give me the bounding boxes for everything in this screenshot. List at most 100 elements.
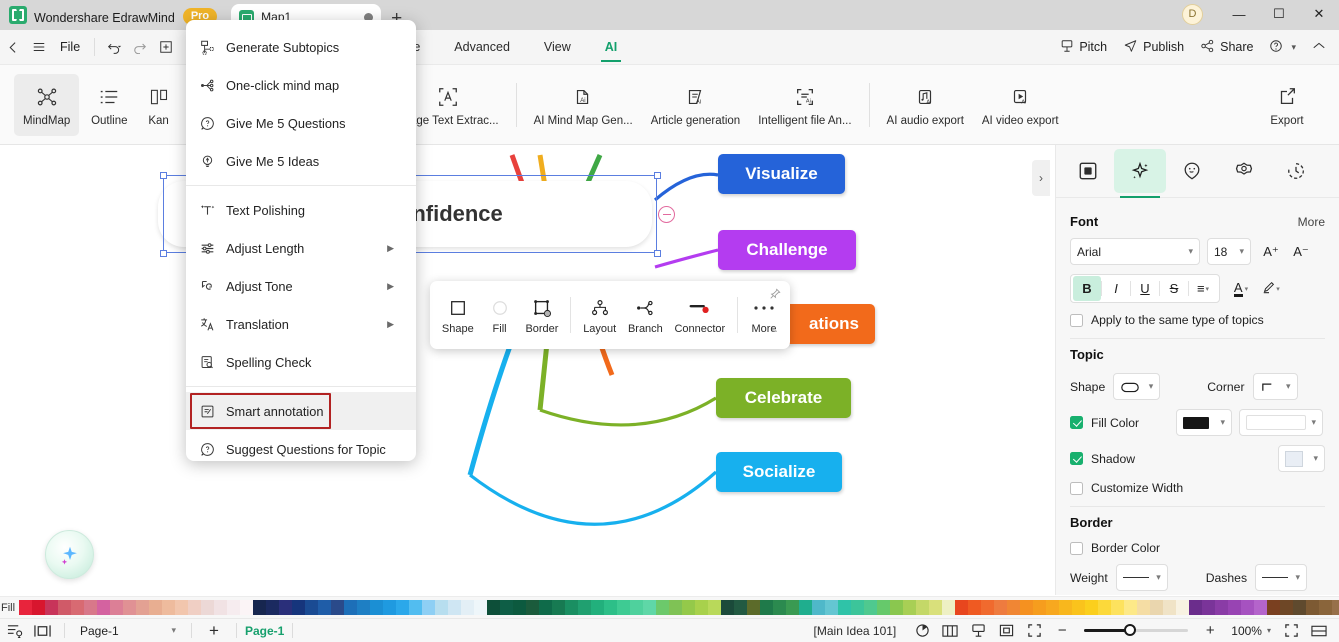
color-swatch[interactable]: [786, 600, 799, 615]
color-swatch[interactable]: [305, 600, 318, 615]
redo-icon[interactable]: [127, 35, 153, 59]
color-swatch[interactable]: [617, 600, 630, 615]
pie-view-icon[interactable]: [908, 619, 936, 642]
branch-button[interactable]: Branch: [622, 295, 669, 335]
columns-view-icon[interactable]: [936, 619, 964, 642]
focus-icon[interactable]: [992, 619, 1020, 642]
color-swatch[interactable]: [591, 600, 604, 615]
color-swatch[interactable]: [643, 600, 656, 615]
view-outline-button[interactable]: Outline: [79, 74, 139, 136]
split-view-icon[interactable]: [28, 619, 56, 642]
ai-assistant-orb-icon[interactable]: [45, 530, 94, 579]
color-swatch[interactable]: [45, 600, 58, 615]
color-swatch[interactable]: [1111, 600, 1124, 615]
color-swatch[interactable]: [1280, 600, 1293, 615]
color-swatch[interactable]: [357, 600, 370, 615]
avatar[interactable]: D: [1182, 3, 1203, 25]
color-swatch[interactable]: [916, 600, 929, 615]
border-button[interactable]: Border: [520, 295, 565, 335]
color-swatch[interactable]: [1163, 600, 1176, 615]
color-swatch[interactable]: [409, 600, 422, 615]
color-swatch[interactable]: [84, 600, 97, 615]
color-swatch[interactable]: [877, 600, 890, 615]
close-button[interactable]: ✕: [1299, 1, 1339, 27]
connector-button[interactable]: Connector: [669, 295, 731, 335]
color-swatch[interactable]: [344, 600, 357, 615]
color-swatch[interactable]: [1228, 600, 1241, 615]
ai-video-export-button[interactable]: Ai AI video export: [973, 74, 1068, 136]
dashes-select[interactable]: ▾: [1255, 564, 1308, 591]
color-swatch[interactable]: [760, 600, 773, 615]
page-outline-icon[interactable]: [0, 619, 28, 642]
menu-item-suggest-questions-for-topic[interactable]: Suggest Questions for Topic: [186, 430, 416, 468]
color-swatch[interactable]: [32, 600, 45, 615]
intelligent-file-analysis-button[interactable]: Ai Intelligent file An...: [749, 74, 860, 136]
selection-handle[interactable]: [160, 172, 167, 179]
view-mindmap-button[interactable]: MindMap: [14, 73, 80, 136]
color-swatch[interactable]: [461, 600, 474, 615]
ai-mindmap-gen-button[interactable]: Ai AI Mind Map Gen...: [525, 74, 642, 136]
zoom-level-value[interactable]: 100%: [1231, 624, 1262, 638]
color-swatch[interactable]: [1007, 600, 1020, 615]
color-swatch[interactable]: [838, 600, 851, 615]
view-kanban-button[interactable]: Kan: [139, 74, 177, 136]
text-color-button[interactable]: A ▾: [1226, 275, 1256, 302]
shadow-select[interactable]: ▾: [1278, 445, 1325, 472]
color-swatch[interactable]: [1319, 600, 1332, 615]
collapse-ribbon-button[interactable]: [1312, 40, 1331, 54]
customize-width-checkbox[interactable]: [1070, 481, 1083, 495]
fill-color-checkbox[interactable]: [1070, 416, 1083, 429]
color-swatch[interactable]: [734, 600, 747, 615]
menu-icon[interactable]: [26, 35, 52, 59]
bold-button[interactable]: B: [1073, 276, 1101, 301]
color-swatch[interactable]: [825, 600, 838, 615]
color-swatch[interactable]: [396, 600, 409, 615]
color-swatch[interactable]: [1189, 600, 1202, 615]
color-swatch[interactable]: [630, 600, 643, 615]
zoom-slider-handle[interactable]: [1124, 624, 1137, 636]
color-swatch[interactable]: [721, 600, 734, 615]
color-swatch[interactable]: [97, 600, 110, 615]
chevron-down-icon[interactable]: ▾: [1267, 626, 1271, 635]
add-box-icon[interactable]: [153, 35, 179, 59]
color-swatch[interactable]: [474, 600, 487, 615]
color-swatch[interactable]: [240, 600, 253, 615]
fill-color-secondary-select[interactable]: ▾: [1239, 409, 1324, 436]
color-swatch[interactable]: [1306, 600, 1319, 615]
color-swatch[interactable]: [487, 600, 500, 615]
layout-button[interactable]: Layout: [577, 295, 622, 335]
align-button[interactable]: ≡ ▾: [1189, 276, 1217, 301]
color-swatch[interactable]: [1176, 600, 1189, 615]
menu-item-spelling-check[interactable]: Spelling Check: [186, 343, 416, 381]
help-button[interactable]: ▾: [1269, 39, 1296, 56]
color-swatch[interactable]: [201, 600, 214, 615]
maximize-button[interactable]: ☐: [1259, 1, 1299, 27]
color-swatch[interactable]: [812, 600, 825, 615]
topic-node[interactable]: Visualize: [718, 154, 845, 194]
border-color-checkbox[interactable]: [1070, 541, 1083, 555]
color-swatch[interactable]: [331, 600, 344, 615]
color-swatch[interactable]: [565, 600, 578, 615]
customize-width-row[interactable]: Customize Width: [1070, 481, 1325, 495]
color-swatch[interactable]: [370, 600, 383, 615]
article-generation-button[interactable]: Ai Article generation: [642, 74, 750, 136]
topic-node[interactable]: Challenge: [718, 230, 856, 270]
menu-item-text-polishing[interactable]: Text Polishing: [186, 191, 416, 229]
color-swatch[interactable]: [1254, 600, 1267, 615]
selection-handle[interactable]: [654, 250, 661, 257]
panel-tab-ai[interactable]: [1114, 149, 1166, 198]
color-swatch[interactable]: [110, 600, 123, 615]
color-swatch[interactable]: [435, 600, 448, 615]
color-swatch[interactable]: [942, 600, 955, 615]
selection-handle[interactable]: [160, 250, 167, 257]
color-swatch[interactable]: [1124, 600, 1137, 615]
pin-icon[interactable]: [769, 287, 781, 305]
menu-item-smart-annotation[interactable]: Smart annotation: [186, 392, 416, 430]
color-swatch[interactable]: [1215, 600, 1228, 615]
color-swatch[interactable]: [773, 600, 786, 615]
menu-item-generate-subtopics[interactable]: Generate Subtopics: [186, 28, 416, 66]
color-swatch[interactable]: [864, 600, 877, 615]
fit-screen-icon[interactable]: [1277, 619, 1305, 642]
minimize-button[interactable]: —: [1219, 1, 1259, 27]
color-swatch[interactable]: [1332, 600, 1339, 615]
